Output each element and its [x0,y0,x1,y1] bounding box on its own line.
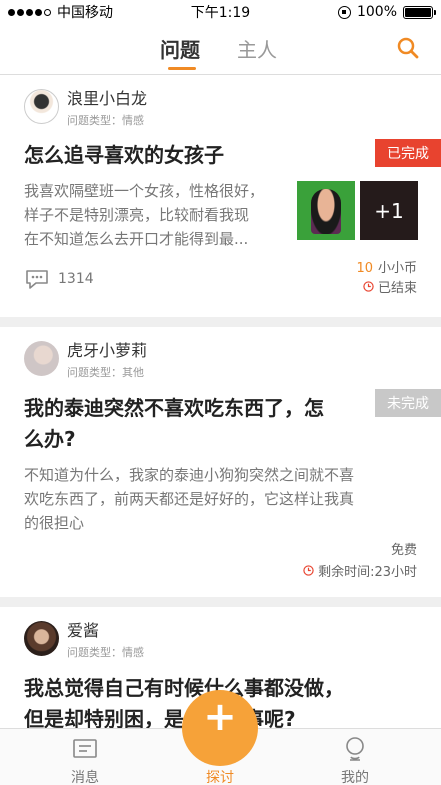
status-bar: 中国移动 下午1:19 100% [0,0,441,24]
carrier-label: 中国移动 [57,5,113,21]
question-type: 问题类型：情感 [67,646,144,659]
signal-strength-icon [8,8,51,16]
clock-icon [363,281,374,292]
question-type: 问题类型：情感 [67,114,144,127]
user-row[interactable]: 虎牙小萝莉 问题类型：其他 [24,341,147,380]
question-description[interactable]: 不知道为什么，我家的泰迪小狗狗突然之间就不喜 欢吃东西了，前两天都还是好好的，它… [24,463,354,535]
question-description[interactable]: 我喜欢隔壁班一个女孩，性格很好， 样子不是特别漂亮，比较耐看我现 在不知道怎么去… [24,179,264,251]
question-title[interactable]: 怎么追寻喜欢的女孩子 [24,140,224,171]
avatar[interactable] [24,89,59,124]
search-icon[interactable] [397,37,419,59]
avatar[interactable] [24,341,59,376]
battery-percent: 100% [356,4,397,20]
user-name[interactable]: 虎牙小萝莉 [67,341,147,361]
comment-count-value: 1314 [58,271,94,287]
question-type: 问题类型：其他 [67,366,144,379]
active-tab-indicator [168,67,196,70]
comment-icon[interactable] [24,268,50,290]
user-row[interactable]: 浪里小白龙 问题类型：情感 [24,89,147,128]
tab-host[interactable]: 主人 [237,34,277,63]
battery-icon [403,5,436,19]
user-row[interactable]: 爱酱 问题类型：情感 [24,621,144,660]
reward-coins: 10 小小币 [356,261,417,276]
message-icon [73,739,97,758]
time-remaining: 剩余时间:23小时 [303,561,417,580]
plus-icon: + [203,694,237,740]
rotation-lock-icon [337,5,351,19]
profile-icon [346,737,364,761]
add-question-button[interactable]: + [182,690,258,766]
tab-questions[interactable]: 问题 [160,34,200,63]
question-title[interactable]: 我的泰迪突然不喜欢吃东西了，怎 么办? [24,393,324,455]
question-status: 已结束 [363,277,417,296]
question-card[interactable]: 虎牙小萝莉 问题类型：其他 我的泰迪突然不喜欢吃东西了，怎 么办? 未完成 不知… [0,327,441,597]
tab-mine[interactable]: 我的 [325,735,385,785]
clock-icon [303,565,314,576]
answer-image-thumbnail[interactable] [297,181,355,240]
more-images-thumbnail[interactable]: +1 [360,181,418,240]
status-badge: 已完成 [375,139,441,167]
user-name[interactable]: 浪里小白龙 [67,89,147,109]
comment-count[interactable]: 1314 [24,268,94,290]
top-nav: 问题 主人 [0,24,441,75]
status-badge: 未完成 [375,389,441,417]
reward-label: 免费 [390,543,417,558]
avatar[interactable] [24,621,59,656]
user-name[interactable]: 爱酱 [67,621,144,641]
tab-messages[interactable]: 消息 [55,735,115,785]
